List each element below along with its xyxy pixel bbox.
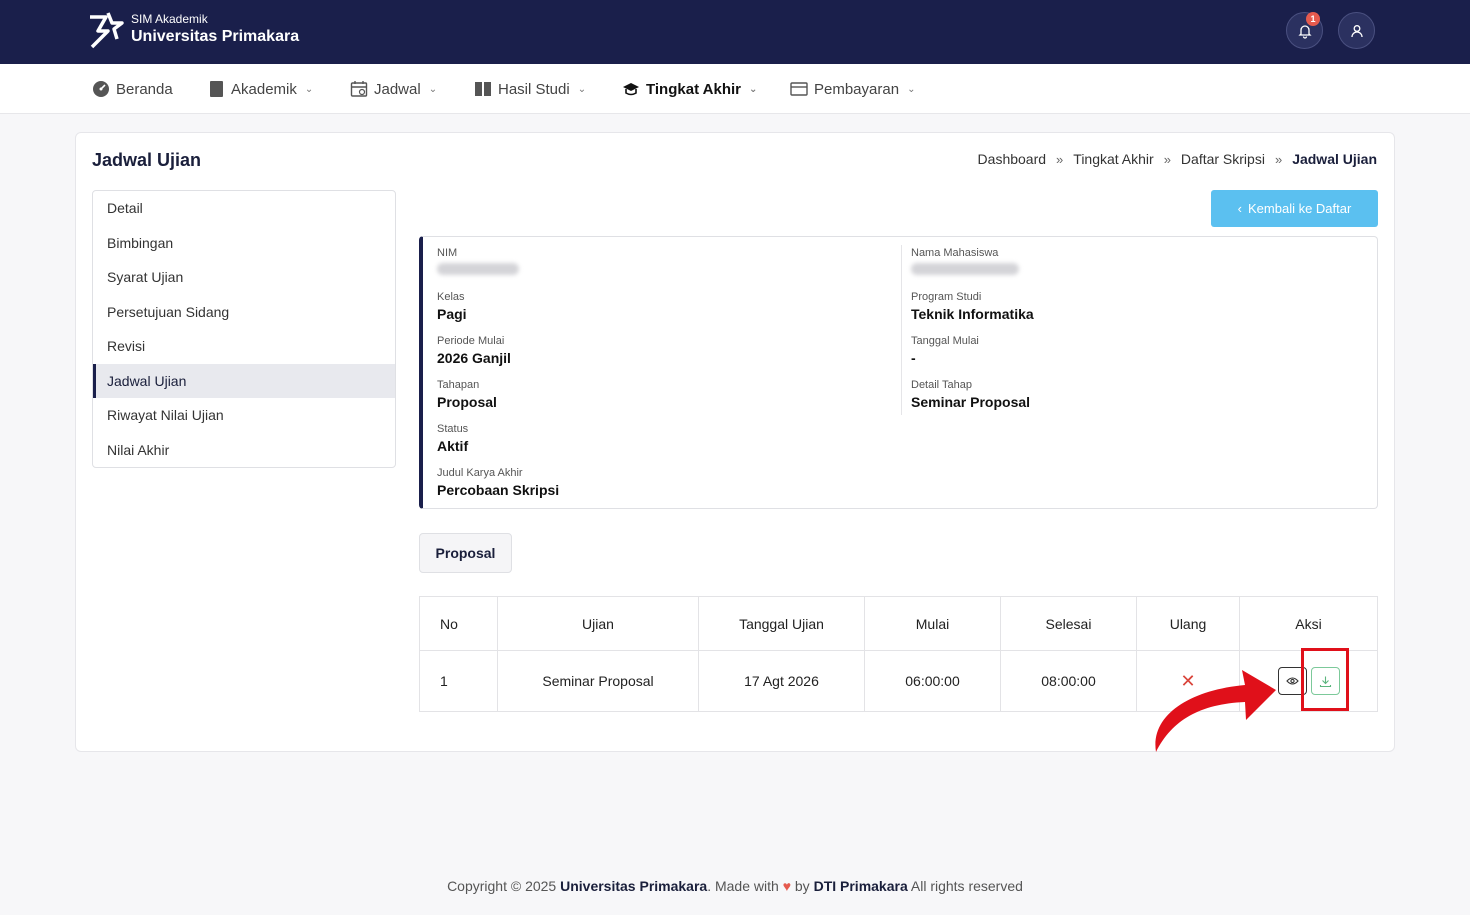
calendar-icon <box>350 81 368 97</box>
breadcrumb-daftar-skripsi[interactable]: Daftar Skripsi <box>1181 151 1265 167</box>
main-nav: Beranda Akademik ⌄ Jadwal ⌄ Hasil Studi … <box>0 64 1470 114</box>
book-open-icon <box>475 82 491 96</box>
graduation-cap-icon <box>623 83 639 96</box>
book-icon <box>210 81 223 97</box>
highlight-box <box>1301 648 1349 711</box>
nav-pembayaran[interactable]: Pembayaran ⌄ <box>790 64 915 114</box>
cell-tanggal: 17 Agt 2026 <box>698 650 865 712</box>
breadcrumb-current: Jadwal Ujian <box>1292 151 1377 167</box>
side-item-revisi[interactable]: Revisi <box>93 329 395 364</box>
side-item-riwayat-nilai-ujian[interactable]: Riwayat Nilai Ujian <box>93 398 395 433</box>
chevron-down-icon: ⌄ <box>749 83 758 95</box>
field-nama: Nama Mahasiswa <box>911 247 1019 280</box>
column-header-ujian: Ujian <box>497 596 699 651</box>
footer-org-link[interactable]: Universitas Primakara <box>560 878 707 894</box>
breadcrumb-tingkat-akhir[interactable]: Tingkat Akhir <box>1073 151 1153 167</box>
field-kelas: Kelas Pagi <box>437 291 467 322</box>
chevron-left-icon: ‹ <box>1237 201 1242 216</box>
footer: Copyright © 2025 Universitas Primakara. … <box>447 878 1023 894</box>
column-header-mulai: Mulai <box>864 596 1001 651</box>
side-item-detail[interactable]: Detail <box>93 191 395 226</box>
field-judul: Judul Karya Akhir Percobaan Skripsi <box>437 467 560 498</box>
nav-label: Beranda <box>116 80 173 98</box>
wallet-icon <box>790 82 808 96</box>
chevron-down-icon: ⌄ <box>428 83 438 95</box>
breadcrumb: Dashboard » Tingkat Akhir » Daftar Skrip… <box>978 151 1377 167</box>
student-info-panel: NIM Nama Mahasiswa Kelas Pagi Program St… <box>419 236 1378 509</box>
column-header-tanggal: Tanggal Ujian <box>698 596 865 651</box>
back-to-list-button[interactable]: ‹ Kembali ke Daftar <box>1211 190 1378 227</box>
notification-badge: 1 <box>1306 12 1320 26</box>
side-item-jadwal-ujian[interactable]: Jadwal Ujian <box>93 363 395 398</box>
breadcrumb-dashboard[interactable]: Dashboard <box>978 151 1047 167</box>
side-item-syarat-ujian[interactable]: Syarat Ujian <box>93 260 395 295</box>
top-header: SIM Akademik Universitas Primakara 1 <box>0 0 1470 64</box>
redacted-value <box>437 263 519 275</box>
column-header-selesai: Selesai <box>1000 596 1137 651</box>
breadcrumb-separator: » <box>1056 151 1064 167</box>
university-logo[interactable] <box>86 11 124 49</box>
chevron-down-icon: ⌄ <box>907 83 916 95</box>
field-nim: NIM <box>437 247 519 280</box>
field-tahapan: Tahapan Proposal <box>437 379 497 410</box>
nav-label: Hasil Studi <box>498 80 570 98</box>
redacted-value <box>911 263 1019 275</box>
user-menu-button[interactable] <box>1338 12 1375 49</box>
user-icon <box>1350 24 1363 37</box>
chevron-down-icon: ⌄ <box>304 83 314 95</box>
side-menu: Detail Bimbingan Syarat Ujian Persetujua… <box>92 190 396 468</box>
cell-mulai: 06:00:00 <box>864 650 1001 712</box>
dashboard-icon <box>93 81 109 97</box>
breadcrumb-separator: » <box>1274 151 1283 167</box>
nav-jadwal[interactable]: Jadwal ⌄ <box>350 64 437 114</box>
app-title: Universitas Primakara <box>131 28 300 45</box>
cell-selesai: 08:00:00 <box>1000 650 1137 712</box>
field-detail-tahap: Detail Tahap Seminar Proposal <box>911 379 1031 410</box>
column-header-no: No <box>419 596 498 651</box>
heart-icon: ♥ <box>782 878 791 894</box>
nav-label: Tingkat Akhir <box>646 80 742 98</box>
nav-akademik[interactable]: Akademik ⌄ <box>209 64 313 114</box>
field-prodi: Program Studi Teknik Informatika <box>911 291 1034 322</box>
breadcrumb-separator: » <box>1163 151 1171 167</box>
footer-team-link[interactable]: DTI Primakara <box>814 878 908 894</box>
side-item-persetujuan-sidang[interactable]: Persetujuan Sidang <box>93 295 395 330</box>
app-subtitle: SIM Akademik <box>131 12 208 26</box>
side-item-nilai-akhir[interactable]: Nilai Akhir <box>93 433 395 468</box>
nav-beranda[interactable]: Beranda <box>92 64 173 114</box>
cell-ujian: Seminar Proposal <box>497 650 699 712</box>
page-title: Jadwal Ujian <box>92 150 202 170</box>
tab-proposal[interactable]: Proposal <box>419 533 512 573</box>
nav-label: Jadwal <box>374 80 421 98</box>
back-button-label: Kembali ke Daftar <box>1248 201 1352 216</box>
field-periode: Periode Mulai 2026 Ganjil <box>437 335 511 366</box>
nav-hasil-studi[interactable]: Hasil Studi ⌄ <box>474 64 586 114</box>
nav-label: Akademik <box>231 80 297 98</box>
field-status: Status Aktif <box>437 423 469 454</box>
cell-no: 1 <box>419 650 498 712</box>
chevron-down-icon: ⌄ <box>577 83 587 95</box>
nav-label: Pembayaran <box>814 80 900 98</box>
side-item-bimbingan[interactable]: Bimbingan <box>93 226 395 261</box>
column-divider <box>901 245 902 415</box>
field-tanggal-mulai: Tanggal Mulai - <box>911 335 979 366</box>
nav-tingkat-akhir[interactable]: Tingkat Akhir ⌄ <box>622 64 757 114</box>
red-arrow-annotation <box>1155 670 1276 752</box>
